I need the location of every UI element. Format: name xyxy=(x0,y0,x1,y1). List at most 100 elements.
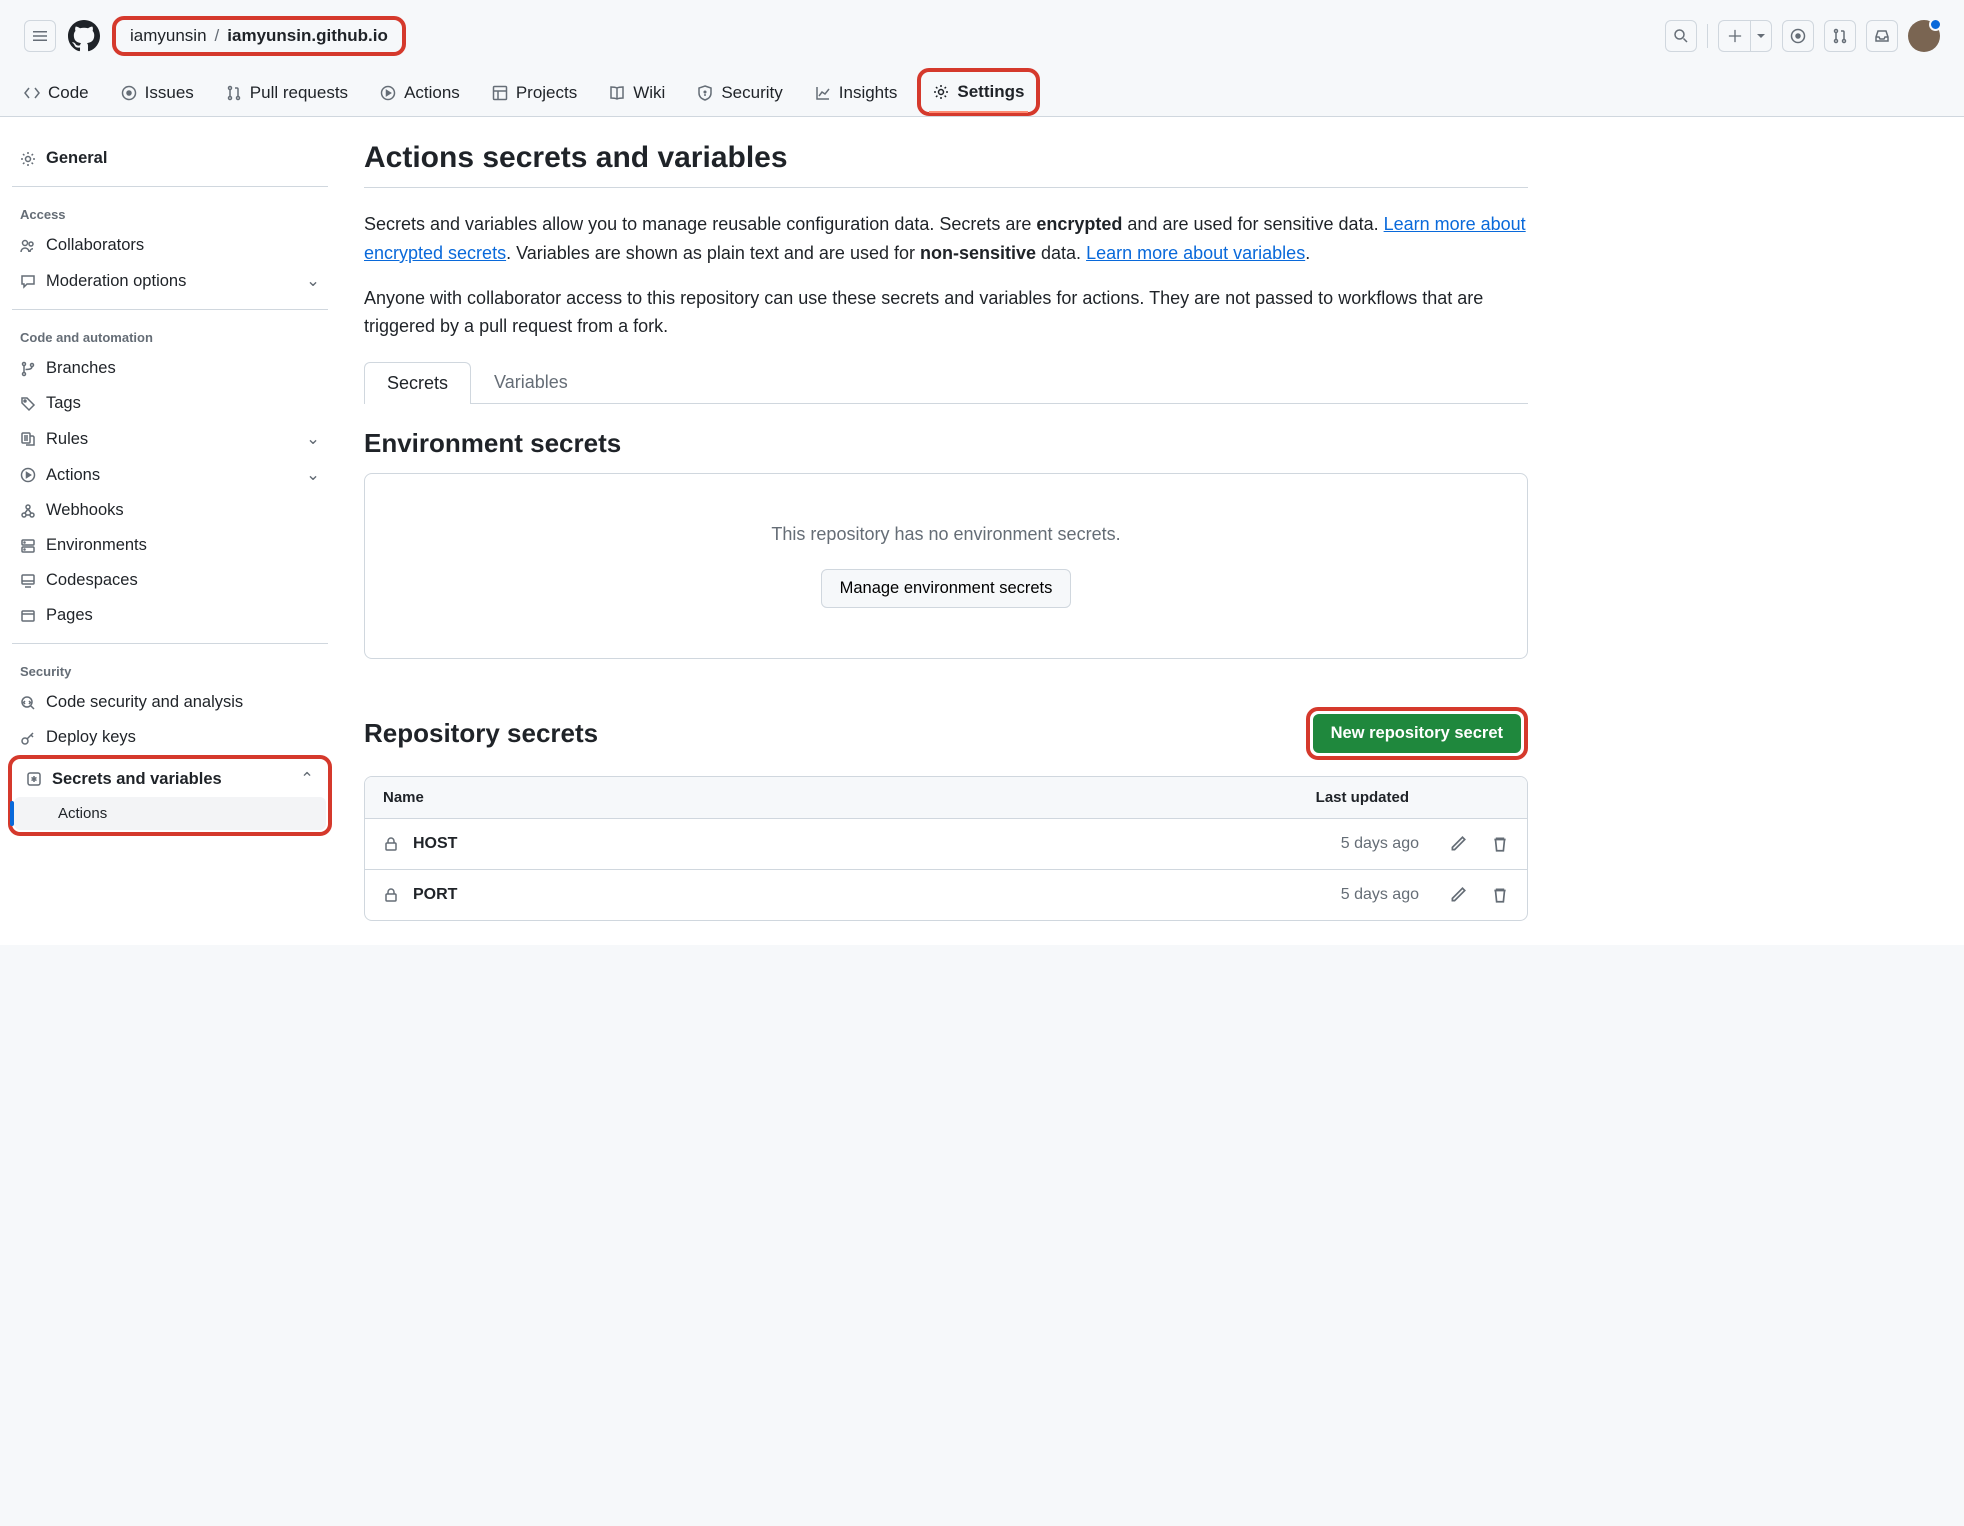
tab-wiki[interactable]: Wiki xyxy=(597,72,677,116)
search-button[interactable] xyxy=(1665,20,1697,52)
highlighted-region: Secrets and variables ⌃ Actions xyxy=(8,755,332,836)
empty-text: This repository has no environment secre… xyxy=(385,524,1507,545)
tab-security[interactable]: Security xyxy=(685,72,794,116)
sidebar-group-code: Code and automation xyxy=(8,320,332,351)
sidebar-item-pages[interactable]: Pages xyxy=(8,598,332,633)
tab-label: Security xyxy=(721,83,782,103)
tab-label: Code xyxy=(48,83,89,103)
search-icon xyxy=(1673,28,1689,44)
delete-icon[interactable] xyxy=(1491,886,1509,904)
tab-label: Insights xyxy=(839,83,898,103)
table-row: PORT 5 days ago xyxy=(365,870,1527,920)
sidebar-item-moderation[interactable]: Moderation options ⌄ xyxy=(8,263,332,299)
git-pull-request-icon xyxy=(1832,28,1848,44)
settings-sidebar: General Access Collaborators Moderation … xyxy=(0,117,340,945)
browser-icon xyxy=(20,608,36,624)
plus-icon xyxy=(1728,29,1742,43)
chevron-down-icon: ⌄ xyxy=(306,271,320,291)
notifications-button[interactable] xyxy=(1866,20,1898,52)
tab-insights[interactable]: Insights xyxy=(803,72,910,116)
webhook-icon xyxy=(20,503,36,519)
sidebar-item-actions[interactable]: Actions ⌄ xyxy=(8,457,332,493)
sidebar-item-webhooks[interactable]: Webhooks xyxy=(8,493,332,528)
hamburger-icon xyxy=(32,28,48,44)
sidebar-item-codespaces[interactable]: Codespaces xyxy=(8,563,332,598)
project-icon xyxy=(492,85,508,101)
codespaces-icon xyxy=(20,573,36,589)
sidebar-item-tags[interactable]: Tags xyxy=(8,386,332,421)
avatar[interactable] xyxy=(1908,20,1940,52)
sort-icon xyxy=(430,791,444,805)
breadcrumb-repo[interactable]: iamyunsin.github.io xyxy=(227,26,388,46)
sidebar-group-access: Access xyxy=(8,197,332,228)
chevron-up-icon: ⌃ xyxy=(300,769,314,789)
tab-actions[interactable]: Actions xyxy=(368,72,472,116)
breadcrumb-owner[interactable]: iamyunsin xyxy=(130,26,207,46)
tab-settings[interactable]: Settings xyxy=(917,68,1040,116)
lock-icon xyxy=(383,887,399,903)
repository-secrets-heading: Repository secrets xyxy=(364,718,598,749)
edit-icon[interactable] xyxy=(1449,886,1467,904)
issue-icon xyxy=(121,85,137,101)
tab-issues[interactable]: Issues xyxy=(109,72,206,116)
tab-code[interactable]: Code xyxy=(12,72,101,116)
caret-down-icon xyxy=(1757,32,1765,40)
git-branch-icon xyxy=(20,361,36,377)
tab-label: Settings xyxy=(957,82,1024,102)
delete-icon[interactable] xyxy=(1491,835,1509,853)
sidebar-item-general[interactable]: General xyxy=(8,141,332,176)
gear-icon xyxy=(933,84,949,100)
divider xyxy=(364,187,1528,188)
sidebar-item-collaborators[interactable]: Collaborators xyxy=(8,228,332,263)
sidebar-item-deploy-keys[interactable]: Deploy keys xyxy=(8,720,332,755)
hamburger-menu-button[interactable] xyxy=(24,20,56,52)
sidebar-item-secrets-variables[interactable]: Secrets and variables ⌃ xyxy=(14,761,326,797)
codescan-icon xyxy=(20,695,36,711)
divider xyxy=(12,643,328,644)
edit-icon[interactable] xyxy=(1449,835,1467,853)
sidebar-item-code-security[interactable]: Code security and analysis xyxy=(8,685,332,720)
tab-label: Issues xyxy=(145,83,194,103)
secrets-variables-tabs: Secrets Variables xyxy=(364,361,1528,404)
divider xyxy=(1707,24,1708,48)
inbox-icon xyxy=(1874,28,1890,44)
code-icon xyxy=(24,85,40,101)
column-name[interactable]: Name xyxy=(383,789,424,806)
lock-icon xyxy=(383,836,399,852)
highlighted-region: New repository secret xyxy=(1306,707,1528,760)
record-icon xyxy=(1790,28,1806,44)
sidebar-item-environments[interactable]: Environments xyxy=(8,528,332,563)
issues-button[interactable] xyxy=(1782,20,1814,52)
repo-tabs: Code Issues Pull requests Actions Projec… xyxy=(0,72,1964,117)
tab-label: Pull requests xyxy=(250,83,348,103)
secret-updated: 5 days ago xyxy=(1269,886,1419,904)
tab-pull-requests[interactable]: Pull requests xyxy=(214,72,360,116)
manage-environment-secrets-button[interactable]: Manage environment secrets xyxy=(821,569,1072,608)
shield-icon xyxy=(697,85,713,101)
sidebar-subitem-actions[interactable]: Actions xyxy=(14,797,326,830)
page-title: Actions secrets and variables xyxy=(364,141,1528,175)
pull-requests-button[interactable] xyxy=(1824,20,1856,52)
sidebar-item-rules[interactable]: Rules ⌄ xyxy=(8,421,332,457)
tab-secrets[interactable]: Secrets xyxy=(364,362,471,404)
tab-projects[interactable]: Projects xyxy=(480,72,589,116)
secret-name: PORT xyxy=(413,886,1269,904)
tab-variables[interactable]: Variables xyxy=(471,361,591,403)
tab-label: Wiki xyxy=(633,83,665,103)
learn-more-variables-link[interactable]: Learn more about variables xyxy=(1086,243,1305,263)
tab-label: Actions xyxy=(404,83,460,103)
breadcrumb: iamyunsin / iamyunsin.github.io xyxy=(112,16,406,56)
description-1: Secrets and variables allow you to manag… xyxy=(364,210,1528,268)
create-new-dropdown[interactable] xyxy=(1718,20,1772,52)
secret-name: HOST xyxy=(413,835,1269,853)
tag-icon xyxy=(20,396,36,412)
secret-updated: 5 days ago xyxy=(1269,835,1419,853)
play-icon xyxy=(20,467,36,483)
repository-secrets-table: Name Last updated HOST 5 days ago PORT 5… xyxy=(364,776,1528,921)
github-logo-icon[interactable] xyxy=(68,20,100,52)
sidebar-item-branches[interactable]: Branches xyxy=(8,351,332,386)
new-repository-secret-button[interactable]: New repository secret xyxy=(1313,714,1521,753)
rules-icon xyxy=(20,431,36,447)
table-header: Name Last updated xyxy=(365,777,1527,819)
environment-secrets-empty: This repository has no environment secre… xyxy=(364,473,1528,659)
